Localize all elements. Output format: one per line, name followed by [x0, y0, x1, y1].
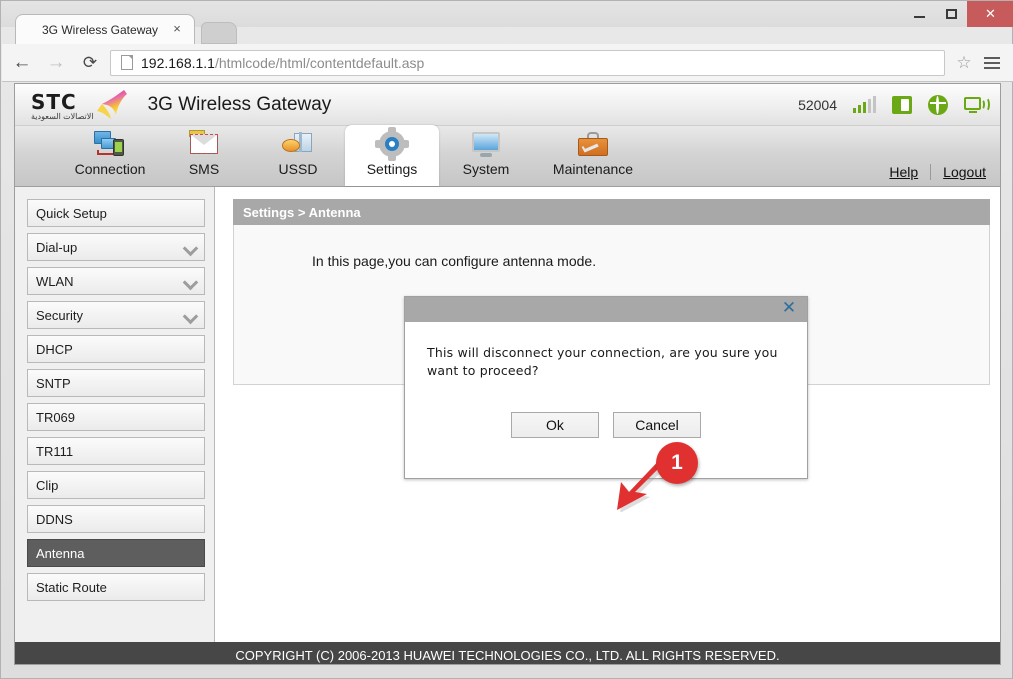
new-tab-button[interactable]: [201, 22, 237, 44]
browser-tab-title: 3G Wireless Gateway: [42, 22, 159, 37]
nav-tab-ussd-label: USSD: [278, 161, 318, 177]
reload-icon[interactable]: ⟳: [76, 49, 104, 77]
dialog-buttons: Ok Cancel: [427, 412, 785, 438]
page-description: In this page,you can configure antenna m…: [312, 253, 597, 269]
signal-strength-icon: [853, 96, 876, 113]
chevron-down-icon: [185, 276, 196, 287]
ussd-icon: [280, 130, 316, 160]
stc-logo: STC الاتصالات السعودية: [31, 88, 134, 122]
sidebar-menu: Quick Setup Dial-up WLAN Security DHCP S…: [15, 187, 215, 642]
sidebar-item-tr111[interactable]: TR111: [27, 437, 205, 465]
sidebar-item-tr069[interactable]: TR069: [27, 403, 205, 431]
nav-tab-connection-label: Connection: [74, 161, 146, 177]
header-links: Help Logout: [889, 164, 986, 180]
ok-button[interactable]: Ok: [511, 412, 599, 438]
sidebar-item-label: DHCP: [36, 341, 73, 357]
sidebar-item-label: Static Route: [36, 579, 107, 595]
browser-tab[interactable]: 3G Wireless Gateway ×: [15, 14, 195, 44]
nav-tab-system-label: System: [462, 161, 510, 177]
nav-tab-settings[interactable]: Settings: [345, 125, 439, 186]
page-footer: COPYRIGHT (C) 2006-2013 HUAWEI TECHNOLOG…: [15, 642, 1000, 664]
sidebar-item-clip[interactable]: Clip: [27, 471, 205, 499]
divider: [930, 164, 932, 180]
sidebar-item-security[interactable]: Security: [27, 301, 205, 329]
chevron-down-icon: [185, 310, 196, 321]
sidebar-item-label: SNTP: [36, 375, 71, 391]
sidebar-item-label: WLAN: [36, 273, 74, 289]
breadcrumb: Settings > Antenna: [233, 199, 990, 225]
browser-tabstrip: 3G Wireless Gateway ×: [1, 14, 1013, 44]
sidebar-item-label: Clip: [36, 477, 59, 493]
sidebar-item-ddns[interactable]: DDNS: [27, 505, 205, 533]
browser-window: ✕ 3G Wireless Gateway × ← → ⟳ 192.168.1.…: [0, 0, 1013, 679]
sidebar-item-label: TR069: [36, 409, 76, 425]
monitor-icon: [468, 130, 504, 160]
sidebar-item-dhcp[interactable]: DHCP: [27, 335, 205, 363]
close-icon[interactable]: ×: [170, 22, 184, 36]
page-document-icon: [121, 55, 133, 70]
router-header: STC الاتصالات السعودية 3G Wireless Gatew…: [15, 84, 1000, 126]
dialog-close-icon[interactable]: ✕: [779, 298, 799, 318]
stc-wordmark: STC الاتصالات السعودية: [31, 92, 94, 122]
sidebar-item-sntp[interactable]: SNTP: [27, 369, 205, 397]
sidebar-item-antenna[interactable]: Antenna: [27, 539, 205, 567]
router-title: 3G Wireless Gateway: [147, 93, 332, 115]
globe-icon: [928, 95, 948, 115]
toolbox-icon: [575, 130, 611, 160]
stc-brand-ar: الاتصالات السعودية: [31, 111, 94, 121]
header-status-bar: 52004: [798, 84, 990, 126]
dialog-titlebar: ✕: [405, 297, 807, 322]
nav-tab-sms-label: SMS: [188, 161, 220, 177]
gear-icon: [374, 127, 410, 161]
sidebar-item-label: Security: [36, 307, 83, 323]
sidebar-item-quick-setup[interactable]: Quick Setup: [27, 199, 205, 227]
logout-link[interactable]: Logout: [943, 164, 986, 180]
stc-star-icon: [94, 88, 134, 122]
dialog-message: This will disconnect your connection, ar…: [427, 345, 778, 378]
back-arrow-icon[interactable]: ←: [8, 49, 36, 77]
sidebar-item-label: Dial-up: [36, 239, 78, 255]
help-link[interactable]: Help: [889, 164, 918, 180]
address-bar[interactable]: 192.168.1.1/htmlcode/html/contentdefault…: [110, 49, 945, 76]
nav-tab-maintenance[interactable]: Maintenance: [533, 125, 653, 186]
nav-tab-maintenance-label: Maintenance: [552, 161, 634, 177]
device-number: 52004: [798, 97, 837, 113]
confirm-dialog: ✕ This will disconnect your connection, …: [404, 296, 808, 479]
connection-icon: [92, 130, 128, 160]
sidebar-item-label: Antenna: [36, 545, 85, 561]
nav-tab-connection[interactable]: Connection: [63, 125, 157, 186]
browser-toolbar: ← → ⟳ 192.168.1.1/htmlcode/html/contentd…: [2, 44, 1013, 82]
page-viewport: STC الاتصالات السعودية 3G Wireless Gatew…: [14, 83, 1001, 665]
wifi-monitor-icon: [964, 96, 990, 114]
sidebar-item-label: Quick Setup: [36, 205, 107, 221]
url-host: 192.168.1.1: [141, 54, 215, 71]
address-bar-url: 192.168.1.1/htmlcode/html/contentdefault…: [141, 55, 424, 71]
sidebar-item-dial-up[interactable]: Dial-up: [27, 233, 205, 261]
dialog-body: This will disconnect your connection, ar…: [405, 322, 807, 438]
nav-tab-settings-label: Settings: [366, 161, 418, 177]
sidebar-item-label: TR111: [36, 443, 74, 459]
url-path: /htmlcode/html/contentdefault.asp: [214, 54, 425, 71]
stc-brand-en: STC: [31, 89, 77, 114]
nav-tab-ussd[interactable]: USSD: [251, 125, 345, 186]
sidebar-item-label: DDNS: [36, 511, 73, 527]
browser-menu-icon[interactable]: [977, 48, 1007, 78]
bookmark-star-icon[interactable]: ☆: [953, 52, 975, 74]
forward-arrow-icon[interactable]: →: [42, 49, 70, 77]
sidebar-item-wlan[interactable]: WLAN: [27, 267, 205, 295]
sidebar-item-static-route[interactable]: Static Route: [27, 573, 205, 601]
cancel-button[interactable]: Cancel: [613, 412, 701, 438]
sim-card-icon: [892, 96, 912, 114]
nav-tab-sms[interactable]: SMS: [157, 125, 251, 186]
nav-tab-system[interactable]: System: [439, 125, 533, 186]
chevron-down-icon: [185, 242, 196, 253]
main-navigation: Connection SMS USSD Settings System Main…: [15, 125, 1000, 187]
envelope-icon: [186, 130, 222, 160]
